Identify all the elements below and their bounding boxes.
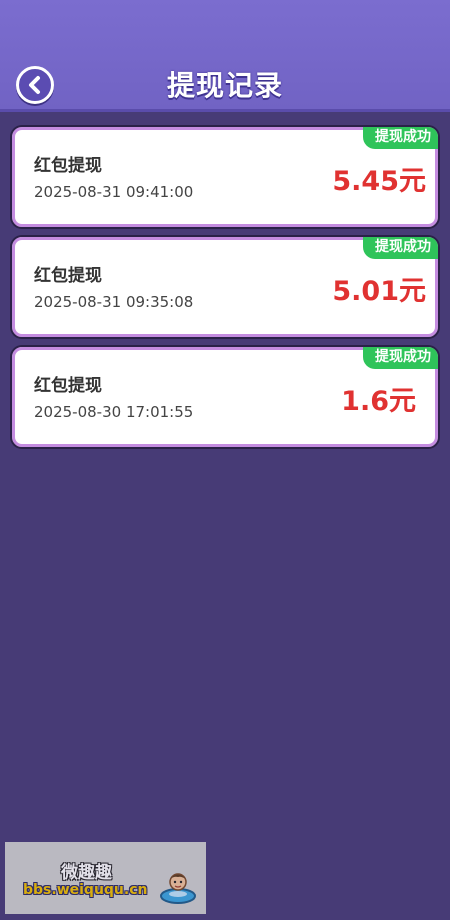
record-title: 红包提现 xyxy=(34,376,102,396)
record-time: 2025-08-31 09:41:00 xyxy=(34,183,194,201)
record-time: 2025-08-30 17:01:55 xyxy=(34,403,194,421)
status-badge: 提现成功 xyxy=(363,347,438,369)
record-time: 2025-08-31 09:35:08 xyxy=(34,293,194,311)
page-title: 提现记录 xyxy=(166,69,283,102)
watermark: 微趣趣 bbs.weiququ.cn xyxy=(5,842,206,914)
record-amount: 5.45元 xyxy=(332,166,426,197)
status-badge: 提现成功 xyxy=(363,127,438,149)
status-badge: 提现成功 xyxy=(363,237,438,259)
record-title: 红包提现 xyxy=(34,156,102,176)
record-card[interactable]: 红包提现 2025-08-31 09:41:00 5.45元 提现成功 xyxy=(10,125,440,229)
watermark-title: 微趣趣 xyxy=(61,863,112,883)
watermark-url: bbs.weiququ.cn xyxy=(23,882,148,898)
record-card[interactable]: 红包提现 2025-08-31 09:35:08 5.01元 提现成功 xyxy=(10,235,440,339)
withdrawal-record-list: 红包提现 2025-08-31 09:41:00 5.45元 提现成功 红包提现… xyxy=(10,125,440,455)
record-card[interactable]: 红包提现 2025-08-30 17:01:55 1.6元 提现成功 xyxy=(10,345,440,449)
record-title: 红包提现 xyxy=(34,266,102,286)
header-bar: 提现记录 xyxy=(0,0,450,112)
swimming-mascot-icon xyxy=(160,873,196,904)
record-amount: 1.6元 xyxy=(341,386,416,417)
record-amount: 5.01元 xyxy=(332,276,426,307)
